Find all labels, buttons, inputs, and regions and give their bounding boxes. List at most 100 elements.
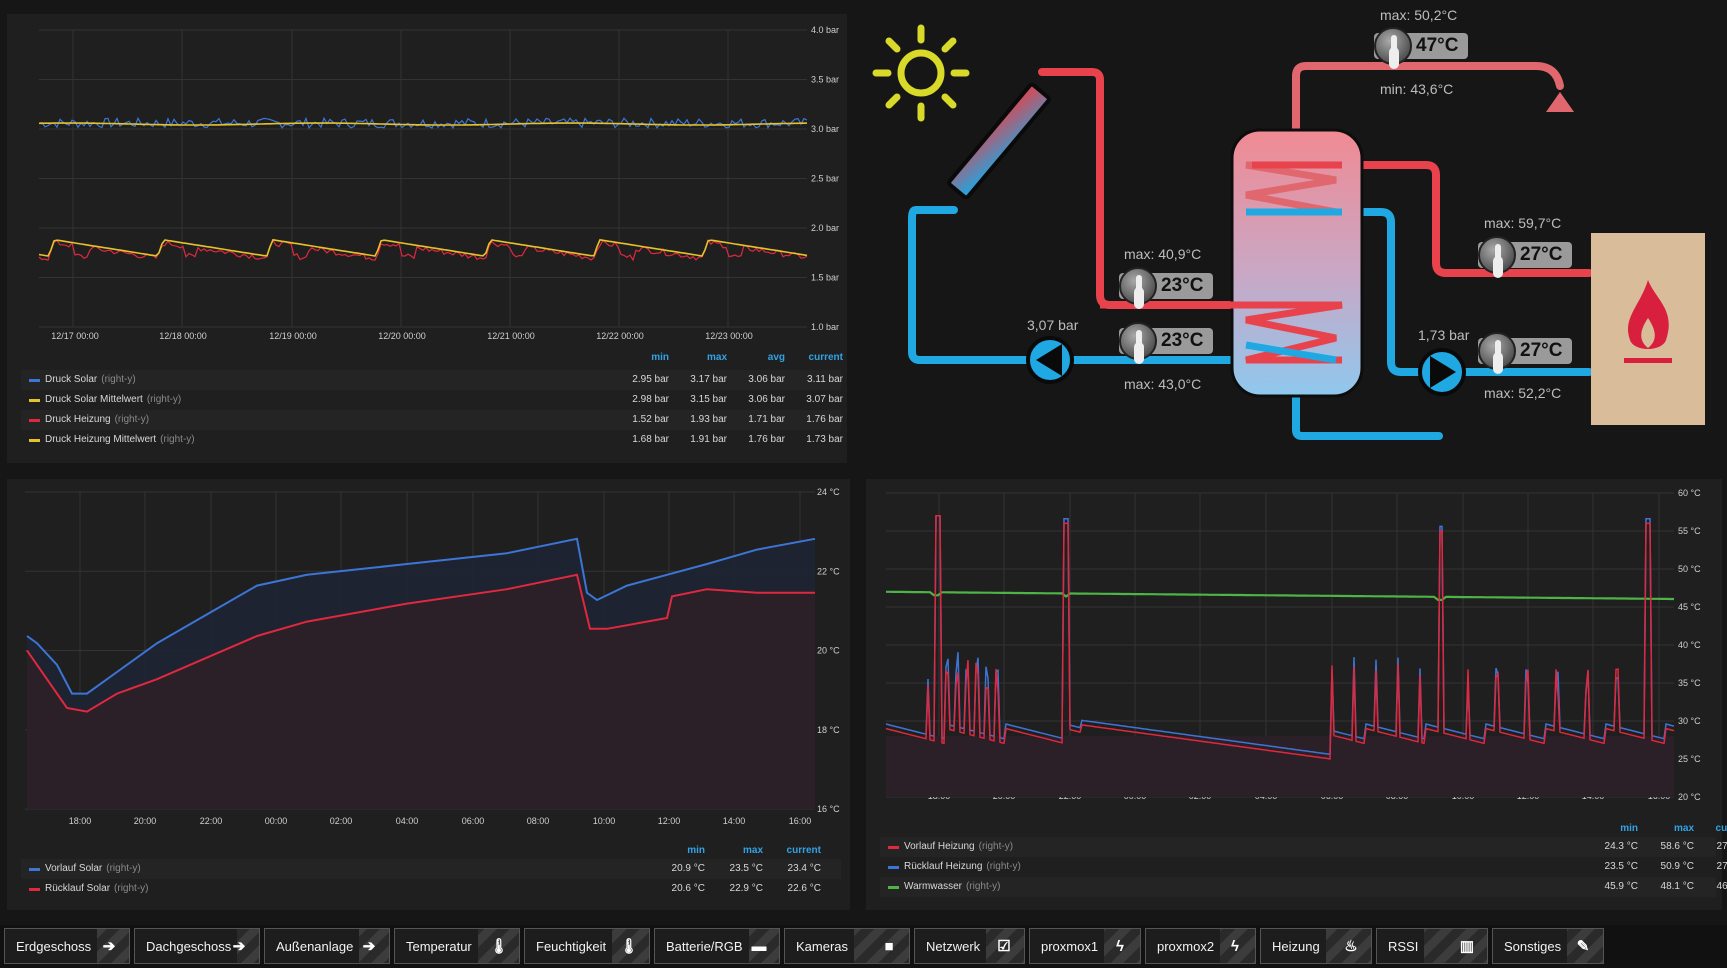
- heating-schematic: [872, 24, 1705, 440]
- nav-button-erdgeschoss[interactable]: Erdgeschoss ➔: [4, 928, 130, 964]
- hotwater-min: min: 43,6°C: [1380, 81, 1454, 97]
- legend-header: min max avg current: [21, 350, 843, 366]
- nav-button-au-enanlage[interactable]: Außenanlage ➔: [264, 928, 390, 964]
- nav-button-proxmox2[interactable]: proxmox2 ϟ: [1145, 928, 1256, 964]
- nav-button-netzwerk[interactable]: Netzwerk ☑: [914, 928, 1025, 964]
- legend-current-value: 23.4 °C: [787, 863, 821, 874]
- x-tick-label: 14:00: [723, 816, 746, 826]
- heating-temp-chart[interactable]: 60 °C 55 °C 50 °C 45 °C 40 °C 35 °C 30 °C 25 °C…: [866, 479, 1722, 819]
- series-name: Rücklauf Solar: [45, 883, 111, 894]
- series-axis: (right-y): [106, 863, 141, 874]
- nav-button-temperatur[interactable]: Temperatur 🌡: [394, 928, 520, 964]
- heating-pressure: 1,73 bar: [1418, 327, 1470, 343]
- nav-button-label: Heizung: [1261, 929, 1326, 963]
- series-name: Vorlauf Solar: [45, 863, 103, 874]
- video-camera-icon: ■: [884, 938, 894, 955]
- x-tick-label: 12/23 00:00: [705, 331, 753, 341]
- legend-current-value: 27.4 °C: [1716, 861, 1727, 872]
- legend-row[interactable]: Warmwasser(right-y) 45.9 °C 48.1 °C 46.8 °C: [880, 877, 1727, 897]
- solar-return-temp: 23°C: [1161, 330, 1204, 351]
- solar-collector: [947, 82, 1051, 200]
- hotwater-pipe: [1292, 62, 1564, 136]
- legend-min-value: 1.68 bar: [632, 434, 669, 445]
- solar-temp-legend: min max current Vorlauf Solar (right-y) 20…: [21, 843, 841, 907]
- series-name: Rücklauf Heizung: [904, 861, 983, 872]
- legend-max-value: 48.1 °C: [1660, 881, 1694, 892]
- legend-min-value: 2.95 bar: [632, 374, 669, 385]
- nav-button-feuchtigkeit[interactable]: Feuchtigkeit 🌡: [524, 928, 650, 964]
- legend-row[interactable]: Druck Solar Mittelwert (right-y) 2.98 bar 3…: [21, 390, 843, 410]
- nav-button-label: Außenanlage: [265, 929, 360, 963]
- arrow-right-icon: ➔: [362, 938, 376, 955]
- series-color-swatch: [29, 419, 40, 422]
- legend-row[interactable]: Rücklauf Solar (right-y) 20.6 °C 22.9 °C 22.…: [21, 879, 841, 899]
- thermometer-icon: [1374, 27, 1412, 65]
- druck-heizung-mittelwert-line: [38, 238, 808, 257]
- x-tick-label: 12/21 00:00: [487, 331, 535, 341]
- legend-avg-value: 3.06 bar: [748, 374, 785, 385]
- legend-current-value: 46.8 °C: [1716, 881, 1727, 892]
- nav-button-label: Temperatur: [395, 929, 478, 963]
- nav-button-sonstiges[interactable]: Sonstiges ✎: [1492, 928, 1604, 964]
- legend-avg-value: 1.71 bar: [748, 414, 785, 425]
- nav-button-label: Batterie/RGB: [655, 929, 749, 963]
- pressure-chart[interactable]: 4.0 bar 3.5 bar 3.0 bar 2.5 bar 2.0 bar 1.5 b…: [7, 14, 847, 354]
- flame-icon: ♨: [1344, 938, 1358, 955]
- series-axis: (right-y): [146, 394, 182, 405]
- heating-return-max: max: 52,2°C: [1484, 385, 1562, 401]
- tap-icon: [1546, 92, 1574, 112]
- series-color-swatch: [888, 866, 899, 869]
- heating-diagram-panel: 47°C max: 50,2°C min: 43,6°C 23°C max: 4…: [866, 0, 1727, 463]
- legend-min-value: 20.6 °C: [671, 883, 705, 894]
- y-tick-label: 20 °C: [1678, 792, 1701, 802]
- legend-row[interactable]: Druck Heizung (right-y) 1.52 bar 1.93 bar 1.…: [21, 410, 843, 430]
- y-tick-label: 2.5 bar: [811, 174, 839, 184]
- series-name: Druck Solar: [45, 374, 98, 385]
- nav-button-rssi[interactable]: RSSI ▥: [1376, 928, 1488, 964]
- solar-temp-chart[interactable]: 24 °C 22 °C 20 °C 18 °C 16 °C 18:00 20:00 22:00…: [7, 479, 850, 839]
- y-tick-label: 1.0 bar: [811, 322, 839, 332]
- legend-row[interactable]: Vorlauf Solar (right-y) 20.9 °C 23.5 °C 23.4…: [21, 859, 841, 879]
- x-tick-label: 02:00: [330, 816, 353, 826]
- thermometer-icon: [1119, 267, 1157, 305]
- legend-current-value: 1.73 bar: [806, 434, 843, 445]
- y-tick-label: 3.5 bar: [811, 75, 839, 85]
- series-name: Druck Heizung: [45, 414, 111, 425]
- y-tick-label: 1.5 bar: [811, 273, 839, 283]
- legend-min-value: 1.52 bar: [632, 414, 669, 425]
- nav-button-proxmox1[interactable]: proxmox1 ϟ: [1029, 928, 1141, 964]
- pressure-panel: 4.0 bar 3.5 bar 3.0 bar 2.5 bar 2.0 bar 1.5 b…: [7, 14, 847, 463]
- series-name: Druck Solar Mittelwert: [45, 394, 143, 405]
- legend-min-value: 23.5 °C: [1604, 861, 1638, 872]
- nav-button-heizung[interactable]: Heizung ♨: [1260, 928, 1372, 964]
- nav-button-dachgeschoss[interactable]: Dachgeschoss ➔: [134, 928, 260, 964]
- legend-row[interactable]: Druck Solar (right-y) 2.95 bar 3.17 bar 3.06…: [21, 370, 843, 390]
- x-tick-label: 10:00: [593, 816, 616, 826]
- nav-button-kameras[interactable]: Kameras ■: [784, 928, 910, 964]
- legend-min-header: min: [1620, 823, 1638, 834]
- legend-max-header: max: [742, 845, 763, 856]
- pressure-legend: min max avg current Druck Solar (right-y)…: [21, 350, 843, 460]
- heating-pump-icon: [1418, 348, 1466, 396]
- legend-max-value: 22.9 °C: [729, 883, 763, 894]
- nav-button-label: Kameras: [785, 929, 855, 963]
- heating-flow-max: max: 59,7°C: [1484, 215, 1562, 231]
- y-tick-label: 30 °C: [1678, 716, 1701, 726]
- legend-current-value: 1.76 bar: [806, 414, 843, 425]
- nav-button-batterie-rgb[interactable]: Batterie/RGB ▬: [654, 928, 780, 964]
- legend-avg-header: avg: [767, 352, 785, 363]
- bottom-navigation: Erdgeschoss ➔ Dachgeschoss ➔ Außenanlage ➔ Tem…: [0, 925, 1727, 968]
- x-tick-label: 12/19 00:00: [269, 331, 317, 341]
- x-tick-label: 12:00: [658, 816, 681, 826]
- nav-button-label: Sonstiges: [1493, 929, 1568, 963]
- druck-solar-line: [38, 116, 808, 130]
- legend-row[interactable]: Vorlauf Heizung (right-y) 24.3 °C 58.6 °C 27…: [880, 837, 1727, 857]
- legend-row[interactable]: Druck Heizung Mittelwert (right-y) 1.68 ba…: [21, 430, 843, 450]
- solar-temp-panel: 24 °C 22 °C 20 °C 18 °C 16 °C 18:00 20:00 22:00…: [7, 479, 850, 910]
- legend-max-value: 58.6 °C: [1660, 841, 1694, 852]
- legend-max-value: 50.9 °C: [1660, 861, 1694, 872]
- y-tick-label: 24 °C: [817, 487, 840, 497]
- y-tick-label: 35 °C: [1678, 678, 1701, 688]
- legend-row[interactable]: Rücklauf Heizung (right-y) 23.5 °C 50.9 °C 2…: [880, 857, 1727, 877]
- battery-icon: ▬: [751, 938, 767, 955]
